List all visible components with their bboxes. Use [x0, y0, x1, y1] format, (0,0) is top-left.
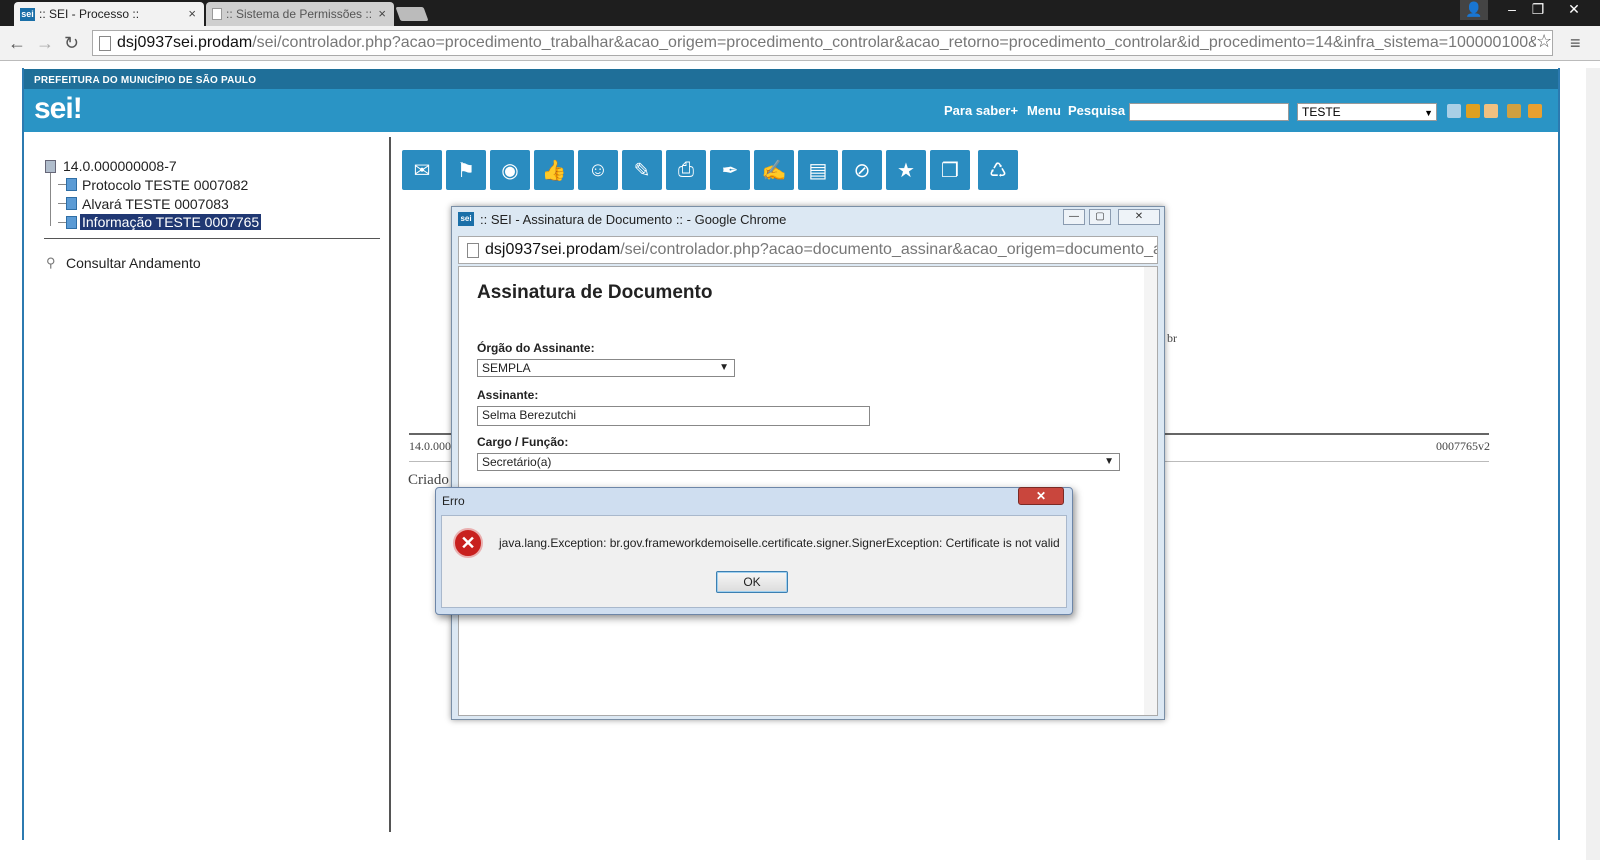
- page-favicon-icon: [212, 8, 222, 20]
- logout-icon[interactable]: [1528, 104, 1542, 118]
- error-dialog-title: Erro: [442, 494, 465, 508]
- tree-item-alvara[interactable]: Alvará TESTE 0007083: [82, 196, 229, 212]
- forward-button[interactable]: →: [36, 33, 54, 54]
- chevron-down-icon: ▼: [719, 362, 729, 373]
- document-icon: [66, 178, 77, 191]
- maximize-button[interactable]: ❐: [1524, 0, 1552, 20]
- chevron-down-icon: ▼: [1104, 456, 1114, 467]
- url-host: dsj0937sei.prodam: [117, 34, 253, 51]
- document-icon: [66, 197, 77, 210]
- error-message: java.lang.Exception: br.gov.frameworkdem…: [499, 536, 1060, 550]
- orgao-value: SEMPLA: [482, 361, 531, 375]
- scroll-icon[interactable]: ✎: [622, 150, 662, 190]
- address-bar[interactable]: dsj0937sei.prodam/sei/controlador.php?ac…: [92, 30, 1553, 56]
- search-icon: ⚲: [46, 255, 56, 270]
- popup-scrollbar[interactable]: [1144, 267, 1157, 715]
- org-name: PREFEITURA DO MUNICÍPIO DE SÃO PAULO: [34, 75, 257, 86]
- tree-item-protocolo[interactable]: Protocolo TESTE 0007082: [82, 177, 248, 193]
- para-saber-link[interactable]: Para saber+: [944, 103, 1018, 118]
- tools-icon[interactable]: [1507, 104, 1521, 118]
- unit-select[interactable]: TESTE ▼: [1297, 103, 1437, 121]
- popup-maximize-button[interactable]: ▢: [1089, 209, 1111, 225]
- page-icon: [467, 243, 479, 258]
- error-icon: ✕: [453, 528, 483, 558]
- printer-icon[interactable]: ⎙: [666, 150, 706, 190]
- page-icon: [99, 36, 111, 51]
- bookmark-star-icon[interactable]: ☆: [1536, 31, 1553, 52]
- copy-icon[interactable]: ❐: [930, 150, 970, 190]
- doc-ref-right: 0007765v2: [1436, 439, 1490, 453]
- signer-icon[interactable]: ✍: [754, 150, 794, 190]
- reload-button[interactable]: ↻: [64, 33, 79, 54]
- pane-splitter[interactable]: [389, 137, 391, 832]
- url-path: /sei/controlador.php?acao=procedimento_t…: [252, 34, 1539, 51]
- document-icon: [66, 216, 77, 229]
- orgao-label: Órgão do Assinante:: [477, 341, 595, 355]
- chrome-menu-icon[interactable]: ≡: [1570, 33, 1581, 54]
- trash-icon[interactable]: ♺: [978, 150, 1018, 190]
- error-close-button[interactable]: ✕: [1018, 487, 1064, 505]
- tree-process[interactable]: 14.0.000000008-7: [63, 158, 177, 174]
- cargo-select[interactable]: Secretário(a) ▼: [477, 453, 1120, 471]
- tab-sistema-permissoes[interactable]: :: Sistema de Permissões :: ×: [206, 2, 394, 26]
- popup-title: :: SEI - Assinatura de Documento :: - Go…: [480, 212, 787, 227]
- sei-favicon-icon: sei: [20, 7, 35, 21]
- list-icon[interactable]: [1447, 104, 1461, 118]
- chevron-down-icon: ▼: [1424, 108, 1433, 118]
- assinante-value: Selma Berezutchi: [482, 408, 577, 422]
- sei-logo[interactable]: sei!: [34, 92, 83, 126]
- assinante-label: Assinante:: [477, 388, 539, 402]
- popup-minimize-button[interactable]: —: [1063, 209, 1085, 225]
- tab-close-icon[interactable]: ×: [188, 6, 196, 21]
- divider: [44, 238, 380, 239]
- cancel-icon[interactable]: ⊘: [842, 150, 882, 190]
- users-icon[interactable]: ⚑: [446, 150, 486, 190]
- minimize-button[interactable]: –: [1498, 0, 1526, 20]
- sei-favicon-icon: sei: [458, 212, 474, 226]
- orgao-select[interactable]: SEMPLA ▼: [477, 359, 735, 377]
- url-path: /sei/controlador.php?acao=documento_assi…: [620, 241, 1158, 258]
- people-icon[interactable]: ☺: [578, 150, 618, 190]
- tab-sei-processo[interactable]: sei :: SEI - Processo :: ×: [14, 2, 204, 26]
- process-icon: [45, 160, 56, 173]
- tree-item-informacao[interactable]: Informação TESTE 0007765: [80, 214, 262, 230]
- envelope-icon[interactable]: ✉: [402, 150, 442, 190]
- user-icon[interactable]: 👤: [1460, 0, 1488, 20]
- tab-title: :: SEI - Processo ::: [39, 7, 140, 21]
- new-icon[interactable]: [1466, 104, 1480, 118]
- doc-fragment: br: [1167, 331, 1177, 345]
- url-host: dsj0937sei.prodam: [485, 241, 621, 258]
- unit-select-value: TESTE: [1302, 105, 1341, 119]
- back-button[interactable]: ←: [8, 33, 26, 54]
- document-star-icon[interactable]: ★: [886, 150, 926, 190]
- page-scrollbar[interactable]: [1586, 68, 1600, 860]
- pen-icon[interactable]: ✒: [710, 150, 750, 190]
- popup-close-button[interactable]: ✕: [1118, 209, 1160, 225]
- form-title: Assinatura de Documento: [477, 282, 713, 303]
- user-icon[interactable]: [1484, 104, 1498, 118]
- search-input[interactable]: [1129, 103, 1289, 121]
- pesquisa-link[interactable]: Pesquisa: [1068, 103, 1125, 118]
- assinante-field[interactable]: Selma Berezutchi: [477, 406, 870, 426]
- doc-ref-left: 14.0.000: [409, 439, 451, 453]
- thumbs-up-icon[interactable]: 👍: [534, 150, 574, 190]
- books-icon[interactable]: ▤: [798, 150, 838, 190]
- popup-address-bar: dsj0937sei.prodam/sei/controlador.php?ac…: [458, 236, 1158, 264]
- new-tab-button[interactable]: [395, 7, 429, 21]
- cargo-value: Secretário(a): [482, 455, 552, 469]
- window-close-button[interactable]: ✕: [1556, 0, 1592, 20]
- tab-title: :: Sistema de Permissões ::: [226, 7, 373, 21]
- cargo-label: Cargo / Função:: [477, 435, 569, 449]
- consultar-andamento-link[interactable]: Consultar Andamento: [66, 255, 201, 271]
- tab-close-icon[interactable]: ×: [378, 6, 386, 21]
- eye-icon[interactable]: ◉: [490, 150, 530, 190]
- menu-link[interactable]: Menu: [1027, 103, 1061, 118]
- ok-button[interactable]: OK: [716, 571, 788, 593]
- error-dialog-body: [441, 515, 1067, 608]
